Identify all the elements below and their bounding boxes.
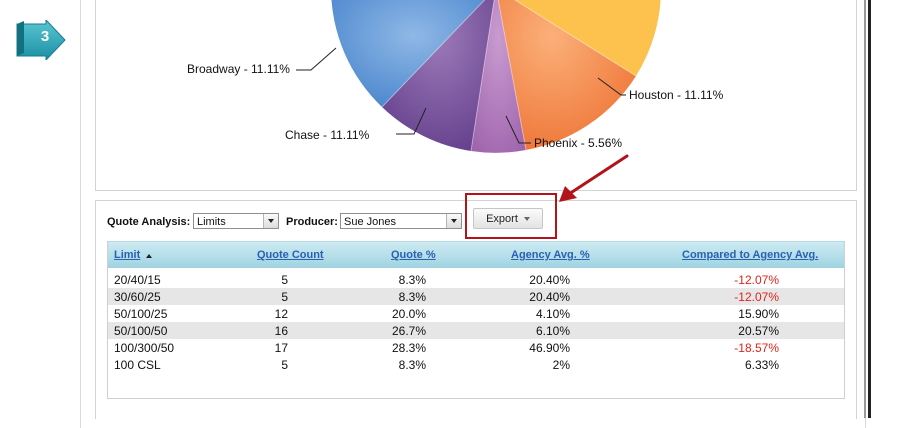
cell-limit: 100 CSL	[114, 358, 161, 372]
pie-chart	[296, 0, 661, 153]
pie-label-chase: Chase - 11.11%	[285, 128, 370, 142]
table-row: 100/300/50 17 28.3% 46.90% -18.57%	[108, 339, 844, 356]
cell-compared: 15.90%	[738, 307, 779, 321]
chevron-down-icon[interactable]	[446, 214, 461, 228]
quote-analysis-label: Quote Analysis:	[107, 216, 191, 228]
pie-chart-panel: Broadway - 11.11% Chase - 11.11% Phoenix…	[95, 0, 857, 191]
cell-limit: 100/300/50	[114, 341, 175, 355]
cell-agency-avg: 46.90%	[529, 341, 570, 355]
cell-limit: 50/100/50	[114, 324, 168, 338]
cell-compared: -18.57%	[734, 341, 779, 355]
cell-agency-avg: 2%	[552, 358, 570, 372]
producer-select[interactable]: Sue Jones	[340, 213, 462, 229]
table-row: 20/40/15 5 8.3% 20.40% -12.07%	[108, 271, 844, 288]
table-row: 30/60/25 5 8.3% 20.40% -12.07%	[108, 288, 844, 305]
cell-compared: -12.07%	[734, 273, 779, 287]
header-agency-avg[interactable]: Agency Avg. %	[511, 249, 590, 261]
cell-quote-pct: 8.3%	[398, 290, 426, 304]
cell-agency-avg: 20.40%	[529, 290, 570, 304]
header-quote-pct[interactable]: Quote %	[391, 249, 436, 261]
cell-quote-count: 16	[274, 324, 288, 338]
cell-quote-count: 5	[281, 358, 288, 372]
cell-agency-avg: 4.10%	[535, 307, 570, 321]
cell-quote-pct: 8.3%	[398, 358, 426, 372]
pie-label-phoenix: Phoenix - 5.56%	[534, 136, 623, 150]
cell-quote-pct: 26.7%	[391, 324, 426, 338]
cell-agency-avg: 20.40%	[529, 273, 570, 287]
cell-compared: -12.07%	[734, 290, 779, 304]
cell-quote-count: 17	[274, 341, 288, 355]
header-compared[interactable]: Compared to Agency Avg.	[682, 249, 818, 261]
cell-limit: 30/60/25	[114, 290, 161, 304]
step-badge: 3	[14, 18, 66, 62]
page-edge-shadow	[864, 0, 866, 418]
leader-line-broadway	[296, 47, 337, 71]
quote-analysis-value: Limits	[197, 216, 226, 228]
producer-value: Sue Jones	[344, 216, 396, 228]
quote-analysis-select[interactable]: Limits	[193, 213, 279, 229]
sort-ascending-icon	[146, 254, 152, 258]
producer-label: Producer:	[286, 216, 338, 228]
cell-quote-count: 5	[281, 273, 288, 287]
cell-compared: 20.57%	[738, 324, 779, 338]
table-row: 50/100/25 12 20.0% 4.10% 15.90%	[108, 305, 844, 322]
pie-label-broadway: Broadway - 11.11%	[187, 62, 290, 76]
step-number: 3	[40, 28, 50, 45]
cell-agency-avg: 6.10%	[535, 324, 570, 338]
cell-quote-pct: 28.3%	[391, 341, 426, 355]
header-limit[interactable]: Limit	[114, 249, 140, 261]
export-highlight-box	[465, 193, 557, 239]
cell-quote-count: 5	[281, 290, 288, 304]
cell-limit: 20/40/15	[114, 273, 161, 287]
table-row: 50/100/50 16 26.7% 6.10% 20.57%	[108, 322, 844, 339]
chevron-down-icon[interactable]	[263, 214, 278, 228]
page-edge	[868, 0, 871, 418]
table-row: 100 CSL 5 8.3% 2% 6.33%	[108, 356, 844, 373]
quote-analysis-table: Limit Quote Count Quote % Agency Avg. % …	[107, 241, 845, 399]
header-quote-count[interactable]: Quote Count	[257, 249, 324, 261]
cell-quote-pct: 8.3%	[398, 273, 426, 287]
cell-compared: 6.33%	[744, 358, 779, 372]
cell-limit: 50/100/25	[114, 307, 168, 321]
pie-label-houston: Houston - 11.11%	[629, 88, 724, 102]
annotation-arrow-icon	[559, 154, 629, 202]
cell-quote-count: 12	[274, 307, 288, 321]
table-header: Limit Quote Count Quote % Agency Avg. % …	[108, 241, 844, 268]
cell-quote-pct: 20.0%	[391, 307, 426, 321]
